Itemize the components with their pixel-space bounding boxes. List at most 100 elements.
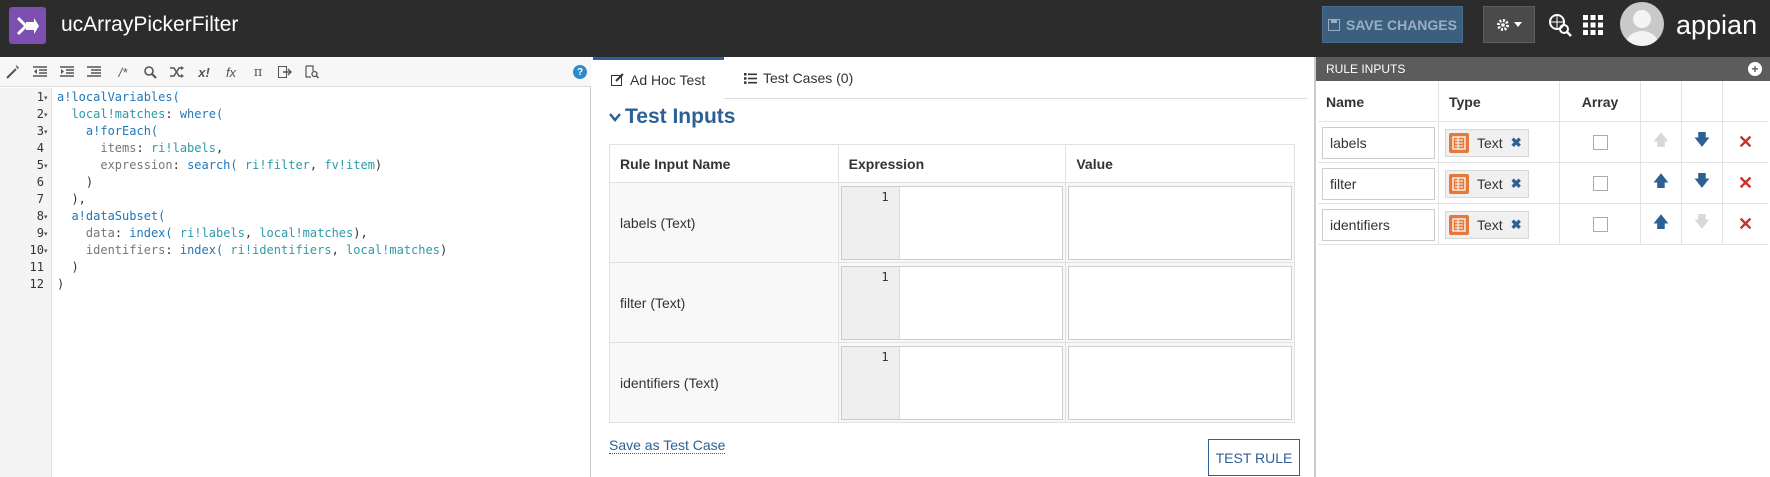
grid-header-row: Name Type Array [1318, 81, 1768, 122]
value-field[interactable] [1068, 185, 1292, 260]
add-rule-input-icon[interactable]: + [1748, 62, 1762, 76]
section-toggle[interactable]: Test Inputs [609, 105, 735, 129]
pi-icon[interactable]: π [250, 64, 266, 80]
move-down-arrow-icon: 🡇 [1693, 214, 1711, 231]
line-number: 1 [36, 90, 44, 104]
delete-cell: ✕ [1723, 163, 1768, 204]
expression-editor-field[interactable]: 1 [840, 345, 1064, 420]
rule-input-row: filter Text ✖ 🡅 🡇 ✕ [1318, 163, 1768, 204]
settings-menu-button[interactable] [1483, 6, 1535, 43]
fold-toggle-icon[interactable]: ▾ [44, 94, 48, 102]
fx-icon[interactable]: fx [223, 64, 239, 80]
top-bar: ucArrayPickerFilter SAVE CHANGES appian [0, 0, 1770, 57]
line-number: 1 [881, 349, 889, 364]
help-icon[interactable]: ? [573, 65, 587, 79]
code-line: ) [85, 175, 94, 189]
type-chip[interactable]: Text ✖ [1445, 169, 1529, 198]
type-cell: Text ✖ [1439, 204, 1560, 245]
line-number: 12 [29, 277, 44, 291]
type-label: Text [1477, 175, 1503, 192]
type-label: Text [1477, 134, 1503, 151]
delete-icon[interactable]: ✕ [1723, 173, 1768, 194]
move-down-cell: 🡇 [1682, 122, 1723, 163]
delete-icon[interactable]: ✕ [1723, 132, 1768, 153]
rule-input-name-field[interactable]: filter [1322, 167, 1435, 200]
fold-toggle-icon[interactable]: ▾ [44, 247, 48, 255]
chevron-down-icon [609, 113, 621, 122]
line-number: 6 [36, 175, 44, 189]
expression-editor[interactable]: /* x! fx π ? a!localVariables( local!mat… [0, 57, 591, 477]
search-icon[interactable] [142, 64, 158, 80]
array-cell [1560, 122, 1641, 163]
move-up-arrow-icon: 🡅 [1652, 132, 1670, 149]
type-chip[interactable]: Text ✖ [1445, 128, 1529, 157]
format-icon[interactable] [86, 64, 102, 80]
move-down-arrow-icon[interactable]: 🡇 [1682, 170, 1722, 197]
rule-input-row: identifiers Text ✖ 🡅 🡇 ✕ [1318, 204, 1768, 245]
array-checkbox[interactable] [1592, 217, 1608, 232]
test-tabs: Ad Hoc Test Test Cases (0) [593, 57, 1307, 99]
value-field[interactable] [1068, 265, 1292, 340]
rule-input-name-field[interactable]: labels [1322, 126, 1435, 159]
remove-type-icon[interactable]: ✖ [1511, 217, 1522, 233]
app-logo-icon[interactable] [9, 7, 46, 44]
fold-toggle-icon[interactable]: ▾ [44, 111, 48, 119]
column-header: Expression [837, 144, 1067, 183]
shuffle-icon[interactable] [169, 64, 185, 80]
table-row: filter (Text) 1 [609, 262, 1295, 343]
test-rule-button[interactable]: TEST RULE [1208, 439, 1300, 476]
tab-ad-hoc-test[interactable]: Ad Hoc Test [593, 57, 724, 99]
x-factorial-icon[interactable]: x! [196, 64, 212, 80]
export-icon[interactable] [277, 64, 293, 80]
rule-input-name: identifiers (Text) [609, 342, 839, 423]
outdent-icon[interactable] [32, 64, 48, 80]
column-header: Array [1560, 81, 1641, 122]
remove-type-icon[interactable]: ✖ [1511, 176, 1522, 192]
column-header: Rule Input Name [609, 144, 839, 183]
document-search-icon[interactable] [304, 64, 320, 80]
code-line: ) [71, 260, 79, 274]
magic-wand-icon[interactable] [5, 64, 21, 80]
list-icon [744, 72, 757, 84]
type-cell: Text ✖ [1439, 122, 1560, 163]
table-row: labels (Text) 1 [609, 182, 1295, 263]
tab-test-cases[interactable]: Test Cases (0) [741, 57, 853, 99]
array-cell [1560, 163, 1641, 204]
comment-icon[interactable]: /* [113, 64, 133, 80]
move-up-arrow-icon[interactable]: 🡅 [1641, 170, 1681, 197]
header-spacer [1682, 81, 1723, 122]
move-down-arrow-icon[interactable]: 🡇 [1682, 129, 1722, 156]
array-checkbox[interactable] [1592, 176, 1608, 191]
save-changes-button[interactable]: SAVE CHANGES [1322, 6, 1463, 43]
remove-type-icon[interactable]: ✖ [1511, 135, 1522, 151]
fold-toggle-icon[interactable]: ▾ [44, 128, 48, 136]
delete-icon[interactable]: ✕ [1723, 214, 1768, 235]
type-chip[interactable]: Text ✖ [1445, 210, 1529, 239]
save-changes-label: SAVE CHANGES [1346, 16, 1457, 33]
line-number: 1 [881, 189, 889, 204]
edit-icon [611, 73, 624, 86]
type-label: Text [1477, 216, 1503, 233]
expression-editor-field[interactable]: 1 [840, 265, 1064, 340]
rule-inputs-header: RULE INPUTS + [1316, 57, 1770, 81]
gear-icon [1497, 18, 1509, 31]
array-checkbox[interactable] [1592, 135, 1608, 150]
code-line: expression: search( ri!filter, fv!item) [100, 158, 383, 172]
global-search-icon[interactable] [1547, 12, 1573, 38]
indent-icon[interactable] [59, 64, 75, 80]
code-line: local!matches: where( [71, 107, 224, 121]
text-type-icon [1449, 173, 1469, 194]
value-field[interactable] [1068, 345, 1292, 420]
fold-toggle-icon[interactable]: ▾ [44, 213, 48, 221]
page-title: ucArrayPickerFilter [61, 13, 239, 36]
user-avatar[interactable] [1620, 2, 1664, 46]
move-up-arrow-icon[interactable]: 🡅 [1641, 211, 1681, 238]
save-as-test-case-link[interactable]: Save as Test Case [609, 437, 726, 454]
fold-toggle-icon[interactable]: ▾ [44, 162, 48, 170]
expression-editor-field[interactable]: 1 [840, 185, 1064, 260]
app-launcher-grid-icon[interactable] [1580, 12, 1606, 38]
editor-toolbar: /* x! fx π ? [0, 57, 591, 87]
fold-toggle-icon[interactable]: ▾ [44, 230, 48, 238]
array-cell [1560, 204, 1641, 245]
rule-input-name-field[interactable]: identifiers [1322, 208, 1435, 241]
